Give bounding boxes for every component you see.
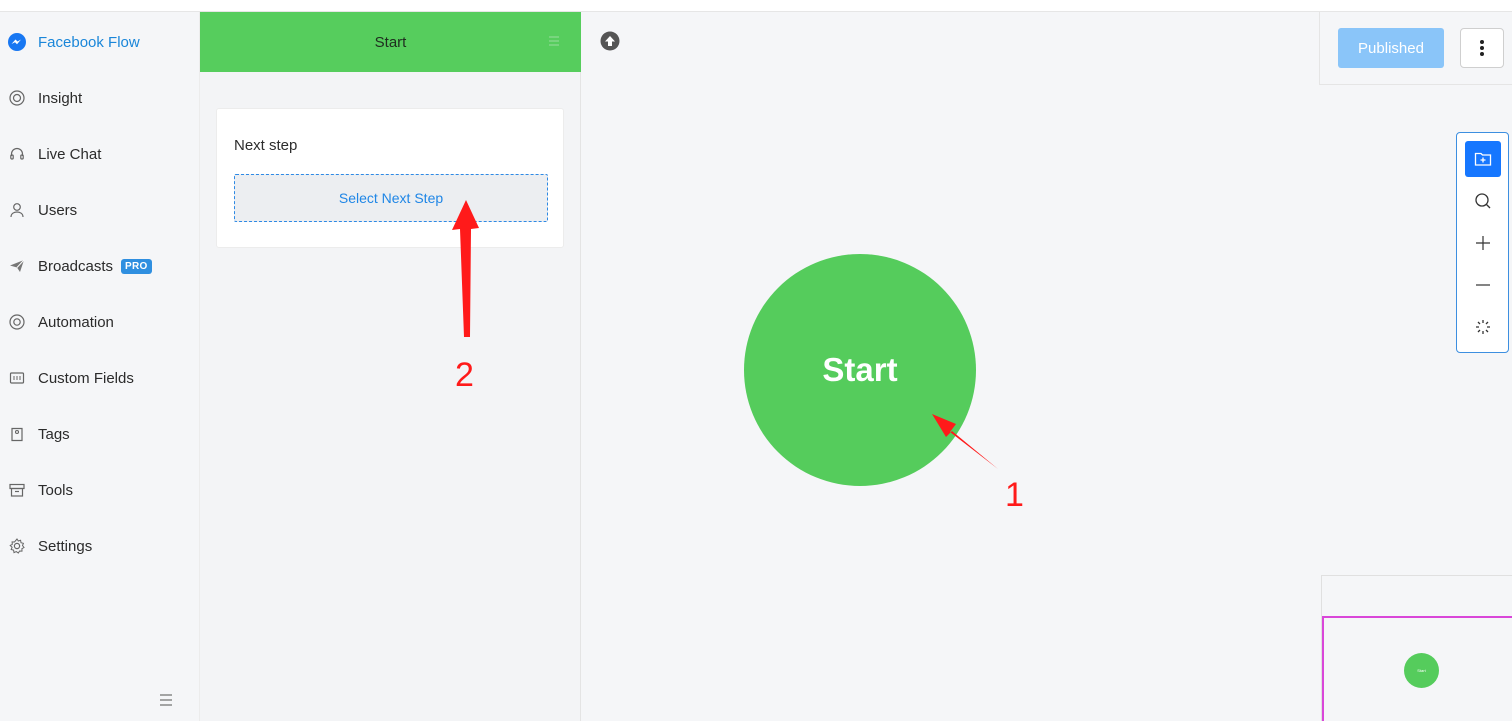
search-icon[interactable] — [1465, 183, 1501, 219]
user-icon — [8, 201, 26, 219]
gauge-icon — [8, 89, 26, 107]
sidebar-item-broadcasts[interactable]: Broadcasts PRO — [0, 238, 199, 294]
zoom-out-icon[interactable] — [1465, 267, 1501, 303]
start-node-label: Start — [822, 351, 898, 388]
panel-title: Start — [374, 33, 407, 51]
minimap[interactable]: Start — [1321, 575, 1512, 721]
folder-add-icon[interactable] — [1465, 141, 1501, 177]
sidebar-item-label: Tags — [38, 425, 70, 443]
select-next-step-button[interactable]: Select Next Step — [234, 174, 548, 222]
canvas-toolbar — [1456, 132, 1509, 353]
sidebar-item-label: Tools — [38, 481, 74, 499]
automation-icon — [8, 313, 26, 331]
archive-icon — [8, 481, 26, 499]
sidebar-item-label: Facebook Flow — [38, 33, 140, 51]
next-step-card: Next step Select Next Step — [216, 108, 564, 248]
sidebar-item-label: Settings — [38, 537, 93, 555]
auto-layout-icon[interactable] — [1465, 309, 1501, 345]
sidebar-item-settings[interactable]: Settings — [0, 518, 199, 574]
gear-icon — [8, 537, 26, 555]
sidebar-item-tools[interactable]: Tools — [0, 462, 199, 518]
custom-fields-icon — [8, 369, 26, 387]
sidebar-item-tags[interactable]: Tags — [0, 406, 199, 462]
sidebar-item-facebook-flow[interactable]: Facebook Flow — [0, 14, 199, 70]
upload-icon[interactable] — [600, 31, 620, 51]
top-strip — [0, 0, 1512, 12]
messenger-icon — [8, 33, 26, 51]
collapse-menu-icon[interactable] — [158, 693, 178, 709]
tag-icon — [8, 425, 26, 443]
sidebar-item-label: Users — [38, 201, 78, 219]
sidebar-item-label: Automation — [38, 313, 114, 331]
sidebar: Facebook Flow Insight Live Chat Users Br… — [0, 12, 200, 721]
annotation-label-1: 1 — [1005, 476, 1024, 514]
panel-header: Start — [200, 12, 581, 72]
sidebar-item-label: Broadcasts — [38, 257, 114, 275]
pro-badge: PRO — [121, 258, 152, 274]
sidebar-item-insight[interactable]: Insight — [0, 70, 199, 126]
minimap-node-label: Start — [1417, 668, 1426, 673]
app-root: Facebook Flow Insight Live Chat Users Br… — [0, 0, 1512, 721]
sidebar-item-label: Live Chat — [38, 145, 102, 163]
flow-canvas[interactable]: Start Published Start — [581, 12, 1512, 721]
sidebar-item-custom-fields[interactable]: Custom Fields — [0, 350, 199, 406]
sidebar-item-users[interactable]: Users — [0, 182, 199, 238]
menu-icon[interactable] — [547, 34, 561, 48]
sidebar-item-label: Custom Fields — [38, 369, 134, 387]
sidebar-item-automation[interactable]: Automation — [0, 294, 199, 350]
sidebar-item-live-chat[interactable]: Live Chat — [0, 126, 199, 182]
step-panel: Start Next step Select Next Step — [200, 12, 581, 721]
zoom-in-icon[interactable] — [1465, 225, 1501, 261]
minimap-start-node: Start — [1404, 653, 1439, 688]
annotation-label-2: 2 — [455, 356, 474, 394]
more-options-icon[interactable] — [1460, 28, 1504, 68]
publish-bar: Published — [1319, 12, 1512, 85]
send-icon — [8, 257, 26, 275]
start-node[interactable]: Start — [744, 254, 976, 486]
published-button[interactable]: Published — [1338, 28, 1444, 68]
next-step-label: Next step — [234, 137, 298, 154]
sidebar-item-label: Insight — [38, 89, 83, 107]
headset-icon — [8, 145, 26, 163]
